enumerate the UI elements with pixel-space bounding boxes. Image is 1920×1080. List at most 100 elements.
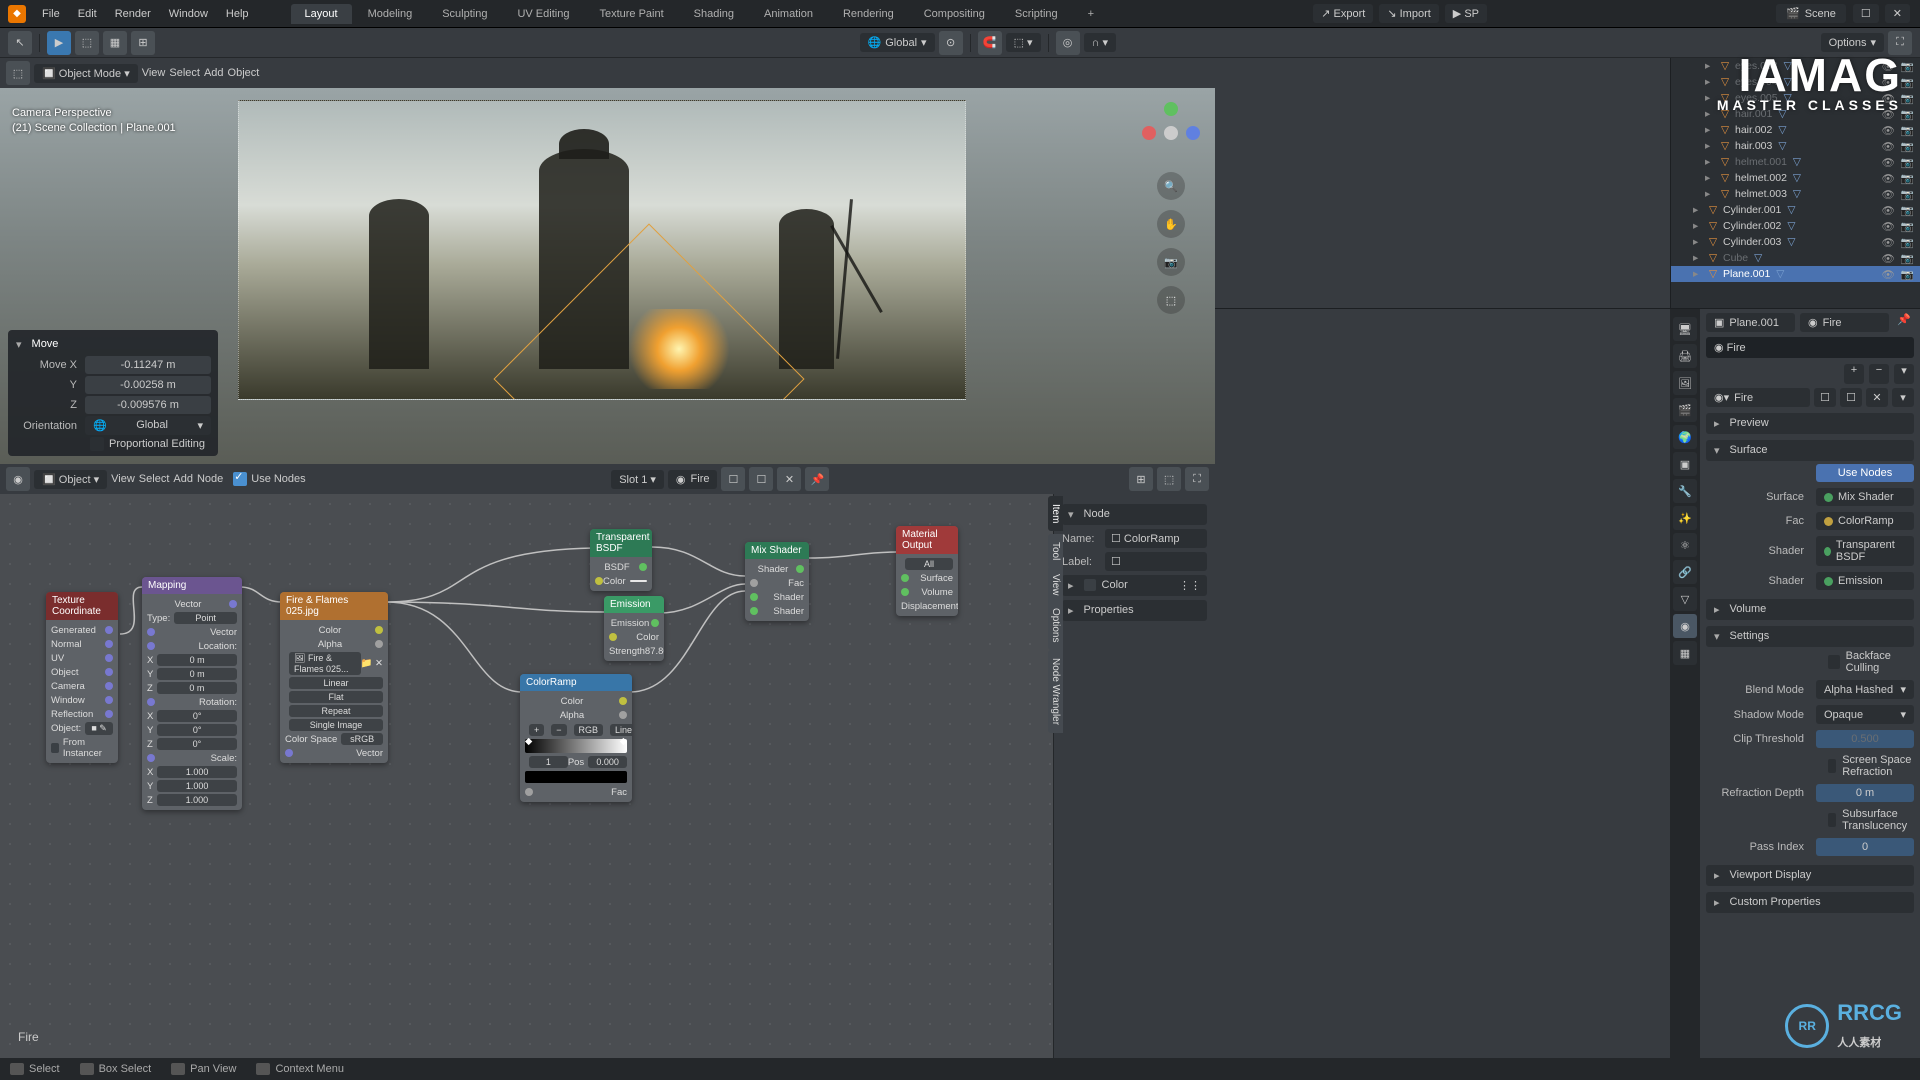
blender-logo-icon[interactable]: ◆	[8, 5, 26, 23]
snap-mode-dropdown[interactable]: ⬚ ▾	[1006, 33, 1041, 52]
outliner-row[interactable]: ▸▽helmet.002▽👁📷	[1671, 170, 1920, 186]
mat-nodes-icon[interactable]: ▾	[1892, 388, 1914, 407]
mat-copy-icon[interactable]: ☐	[721, 467, 745, 491]
outliner-row[interactable]: ▸▽hair.002▽👁📷	[1671, 122, 1920, 138]
ns-tab-nw[interactable]: Node Wrangler	[1048, 650, 1063, 733]
snap-vol-icon[interactable]: ⊞	[131, 31, 155, 55]
outliner-row[interactable]: ▸▽Cube▽👁📷	[1671, 250, 1920, 266]
outliner-row[interactable]: ▸▽eyes.005▽👁📷	[1671, 90, 1920, 106]
perspective-icon[interactable]: ⬚	[1157, 286, 1185, 314]
ns-tab-item[interactable]: Item	[1048, 496, 1063, 531]
import-button[interactable]: ↘ Import	[1379, 4, 1438, 23]
sp-button[interactable]: ▶ SP	[1445, 4, 1487, 23]
workspace-scripting[interactable]: Scripting	[1001, 4, 1072, 24]
node-editor[interactable]: ◉ 🔲 Object ▾ View Select Add Node Use No…	[0, 464, 1215, 1058]
falloff-dropdown[interactable]: ∩ ▾	[1084, 33, 1116, 52]
material-name-field[interactable]: ◉▾ Fire	[1706, 388, 1810, 407]
outliner-row[interactable]: ▸▽helmet.003▽👁📷	[1671, 186, 1920, 202]
ns-color-header[interactable]: Color⋮⋮	[1062, 575, 1207, 596]
node-imagetex[interactable]: Fire & Flames 025.jpg Color Alpha 🖼 Fire…	[280, 592, 388, 763]
ns-tab-view[interactable]: View	[1048, 566, 1063, 604]
options-dropdown[interactable]: Options ▾	[1821, 33, 1884, 52]
ne-menu-node[interactable]: Node	[197, 473, 223, 485]
pass-index-slider[interactable]: 0	[1816, 838, 1914, 856]
ptab-constraint-icon[interactable]: 🔗	[1673, 560, 1697, 584]
workspace-compositing[interactable]: Compositing	[910, 4, 999, 24]
workspace-shading[interactable]: Shading	[680, 4, 748, 24]
use-nodes-button[interactable]: Use Nodes	[1816, 464, 1914, 482]
ptab-object-icon[interactable]: ▣	[1673, 452, 1697, 476]
ne-snap-icon[interactable]: ⬚	[1157, 467, 1181, 491]
props-mat-link[interactable]: ◉ Fire	[1800, 313, 1889, 332]
play-icon[interactable]: ▶	[47, 31, 71, 55]
outliner-row[interactable]: ▸▽hair.003▽👁📷	[1671, 138, 1920, 154]
workspace-sculpting[interactable]: Sculpting	[428, 4, 501, 24]
workspace-add[interactable]: +	[1074, 4, 1108, 24]
cprops-header[interactable]: Custom Properties	[1706, 892, 1914, 913]
mat-new-icon[interactable]: ☐	[749, 467, 773, 491]
outliner-row[interactable]: ▸▽Cylinder.003▽👁📷	[1671, 234, 1920, 250]
preview-header[interactable]: Preview	[1706, 413, 1914, 434]
workspace-rendering[interactable]: Rendering	[829, 4, 908, 24]
menu-window[interactable]: Window	[161, 4, 216, 24]
nav-gizmo[interactable]	[1139, 98, 1203, 162]
vp-menu-select[interactable]: Select	[169, 67, 200, 79]
menu-render[interactable]: Render	[107, 4, 159, 24]
zoom-icon[interactable]: 🔍	[1157, 172, 1185, 200]
backface-checkbox[interactable]	[1828, 655, 1840, 669]
ne-max-icon[interactable]: ⛶	[1185, 467, 1209, 491]
ne-menu-add[interactable]: Add	[173, 473, 193, 485]
camera-view-icon[interactable]: 📷	[1157, 248, 1185, 276]
menu-edit[interactable]: Edit	[70, 4, 105, 24]
workspace-layout[interactable]: Layout	[291, 4, 352, 24]
ns-tab-tool[interactable]: Tool	[1048, 534, 1063, 568]
volume-header[interactable]: Volume	[1706, 599, 1914, 620]
pivot-icon[interactable]: ⊙	[939, 31, 963, 55]
ns-label-field[interactable]: ☐	[1105, 552, 1207, 571]
ptab-particle-icon[interactable]: ✨	[1673, 506, 1697, 530]
snap-toggle-icon[interactable]: 🧲	[978, 31, 1002, 55]
menu-file[interactable]: File	[34, 4, 68, 24]
mat-add-icon[interactable]: +	[1844, 364, 1864, 384]
outliner-row[interactable]: ▸▽hair.001▽👁📷	[1671, 106, 1920, 122]
snap-edge-icon[interactable]: ⬚	[75, 31, 99, 55]
ptab-render-icon[interactable]: 🖥	[1673, 317, 1697, 341]
cursor-tool-icon[interactable]: ↖	[8, 31, 32, 55]
vp-menu-add[interactable]: Add	[204, 67, 224, 79]
mode-dropdown[interactable]: 🔲 Object Mode ▾	[34, 64, 138, 83]
ptab-view-icon[interactable]: 🖼	[1673, 371, 1697, 395]
blend-mode-dd[interactable]: Alpha Hashed▾	[1816, 680, 1914, 699]
outliner-row[interactable]: ▸▽eyes.004▽👁📷	[1671, 74, 1920, 90]
ns-node-header[interactable]: Node	[1062, 504, 1207, 525]
surface-header[interactable]: Surface	[1706, 440, 1914, 461]
mat-new-icon[interactable]: ☐	[1840, 388, 1862, 407]
mat-del-icon[interactable]: ✕	[1866, 388, 1888, 407]
node-colorramp[interactable]: ColorRamp Color Alpha +−RGBLinear▾ ◆◆ 1P…	[520, 674, 632, 802]
outliner-row[interactable]: ▸▽eyes.003▽👁📷	[1671, 58, 1920, 74]
shader2-dd[interactable]: Emission	[1816, 572, 1914, 590]
outliner-row[interactable]: ▸▽helmet.001▽👁📷	[1671, 154, 1920, 170]
prop-edit-checkbox[interactable]	[90, 437, 104, 451]
refraction-depth-slider[interactable]: 0 m	[1816, 784, 1914, 802]
node-mix-shader[interactable]: Mix Shader Shader Fac Shader Shader	[745, 542, 809, 621]
node-emission[interactable]: Emission Emission Color Strength87.800	[604, 596, 664, 661]
props-obj-dropdown[interactable]: ▣ Plane.001	[1706, 313, 1795, 332]
ptab-material-icon[interactable]: ◉	[1673, 614, 1697, 638]
move-y-field[interactable]: -0.00258 m	[85, 376, 211, 394]
workspace-animation[interactable]: Animation	[750, 4, 827, 24]
orientation-dropdown[interactable]: 🌐 Global ▾	[860, 33, 935, 52]
snap-face-icon[interactable]: ▦	[103, 31, 127, 55]
shader1-dd[interactable]: Transparent BSDF	[1816, 536, 1914, 566]
ptab-data-icon[interactable]: ▽	[1673, 587, 1697, 611]
3d-viewport[interactable]: ⬚ 🔲 Object Mode ▾ View Select Add Object…	[0, 58, 1215, 464]
settings-header[interactable]: Settings	[1706, 626, 1914, 647]
ne-menu-view[interactable]: View	[111, 473, 135, 485]
ptab-modifier-icon[interactable]: 🔧	[1673, 479, 1697, 503]
clip-threshold-slider[interactable]: 0.500	[1816, 730, 1914, 748]
ne-menu-select[interactable]: Select	[139, 473, 170, 485]
ne-overlay-icon[interactable]: ⊞	[1129, 467, 1153, 491]
ptab-texture-icon[interactable]: ▦	[1673, 641, 1697, 665]
node-transparent-bsdf[interactable]: Transparent BSDF BSDF Color	[590, 529, 652, 591]
editor-type-icon[interactable]: ⬚	[6, 61, 30, 85]
node-mapping[interactable]: Mapping Vector Type:Point Vector Locatio…	[142, 577, 242, 810]
